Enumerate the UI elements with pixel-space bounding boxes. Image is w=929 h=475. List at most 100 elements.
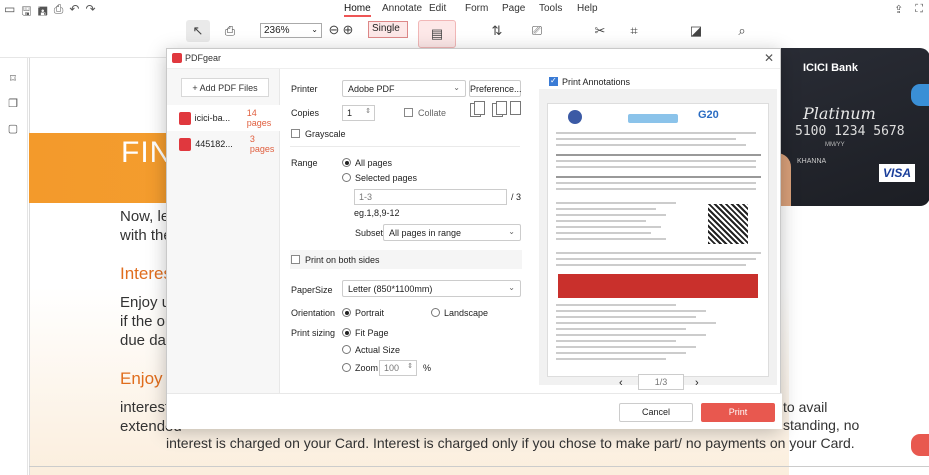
chevron-down-icon: ⌄: [508, 283, 515, 292]
prev-page-icon[interactable]: ‹: [619, 377, 623, 389]
logo-icon: [568, 110, 582, 124]
advisory-banner-image: [558, 274, 758, 298]
copies-value: 1: [347, 108, 353, 118]
menu-page[interactable]: Page: [502, 3, 525, 14]
papersize-select[interactable]: Letter (850*1100mm) ⌄: [342, 280, 521, 297]
both-sides-label: Print on both sides: [305, 255, 380, 265]
page-range-placeholder: 1-3: [359, 192, 373, 202]
zoom-select[interactable]: 236% ⌄: [260, 23, 322, 38]
actual-size-label: Actual Size: [355, 345, 401, 355]
translate-float-icon[interactable]: [911, 84, 929, 106]
slideshow-icon[interactable]: ⎚: [525, 20, 549, 42]
card-bank: ICICI Bank: [803, 62, 859, 74]
file-pages: 3 pages: [249, 134, 275, 154]
menu-home[interactable]: Home: [344, 3, 371, 17]
page-indicator[interactable]: 1/3: [638, 374, 684, 390]
actual-size-radio[interactable]: [342, 345, 351, 354]
orientation-label: Orientation: [291, 308, 336, 318]
sizing-label: Print sizing: [291, 328, 336, 338]
both-sides-checkbox[interactable]: [291, 255, 300, 264]
doc-line: with the: [120, 227, 172, 244]
printer-select[interactable]: Adobe PDF ⌄: [342, 80, 466, 97]
zoom-input[interactable]: 100 ⇕: [379, 360, 417, 376]
dialog-titlebar: PDFgear ✕: [167, 49, 780, 69]
print-annotations-checkbox[interactable]: [549, 76, 558, 86]
menu-help[interactable]: Help: [577, 3, 598, 14]
file-pages: 14 pages: [246, 108, 272, 128]
dialog-title: PDFgear: [185, 53, 222, 63]
zoom-label: Zoom: [355, 363, 379, 373]
copies-label: Copies: [291, 108, 320, 118]
zoom-in-icon[interactable]: ⊕: [336, 22, 360, 38]
preview-page: G20: [547, 103, 769, 377]
range-example: eg.1,8,9-12: [354, 208, 400, 218]
subset-select[interactable]: All pages in range ⌄: [383, 224, 521, 241]
thumbnails-icon[interactable]: ❐: [6, 97, 20, 111]
subset-value: All pages in range: [389, 228, 462, 238]
select-tool-icon[interactable]: ↖: [186, 20, 210, 42]
menu-tools[interactable]: Tools: [539, 3, 562, 14]
bookmark-icon[interactable]: ⌑: [6, 72, 20, 86]
card-number: 5100 1234 5678: [795, 124, 905, 139]
subset-label: Subset: [355, 228, 384, 238]
selected-pages-label: Selected pages: [355, 173, 418, 183]
file-item[interactable]: 445182... 3 pages: [167, 131, 280, 157]
grayscale-checkbox[interactable]: [291, 129, 300, 138]
menu-form[interactable]: Form: [465, 3, 488, 14]
divider: [29, 466, 929, 467]
selected-pages-radio[interactable]: [342, 173, 351, 182]
ocr-icon[interactable]: ⌗: [622, 20, 646, 42]
collate-checkbox[interactable]: [404, 108, 413, 117]
file-item[interactable]: icici-ba... 14 pages: [167, 105, 280, 131]
doc-subheading: Interes: [120, 264, 172, 283]
find-icon[interactable]: ⌕: [730, 20, 754, 42]
comments-icon[interactable]: ▢: [6, 122, 20, 136]
qr-code-image: [708, 204, 748, 244]
credit-card-image: ICICI Bank Platinum 5100 1234 5678 MM/YY…: [755, 48, 929, 206]
zoom-radio[interactable]: [342, 363, 351, 372]
menu-edit[interactable]: Edit: [429, 3, 446, 14]
landscape-label: Landscape: [444, 308, 489, 318]
fit-page-label: Fit Page: [355, 328, 389, 338]
pdfgear-logo-icon: [172, 53, 182, 63]
close-icon[interactable]: ✕: [764, 51, 774, 65]
preferences-button[interactable]: Preference...: [469, 80, 522, 97]
page-indicator-value: 1/3: [654, 377, 668, 387]
spinner-icon[interactable]: ⇕: [407, 362, 413, 370]
file-list-panel: + Add PDF Files icici-ba... 14 pages 445…: [167, 69, 280, 404]
cancel-button[interactable]: Cancel: [619, 403, 693, 422]
continuous-view-button[interactable]: ▤: [418, 20, 456, 48]
next-page-icon[interactable]: ›: [695, 377, 699, 389]
print-button[interactable]: Print: [701, 403, 775, 422]
fullscreen-icon[interactable]: ⛶: [915, 3, 923, 16]
zoom-input-value: 100: [384, 363, 400, 373]
copies-input[interactable]: 1 ⇕: [342, 105, 375, 121]
journey-arrow-icon: [628, 114, 678, 123]
single-label: Single: [372, 23, 400, 34]
auto-scroll-icon[interactable]: ⇅: [485, 20, 509, 42]
chevron-down-icon: ⌄: [453, 83, 460, 92]
share-icon[interactable]: ⇪: [894, 3, 903, 16]
chevron-down-icon: ⌄: [508, 227, 515, 236]
doc-line: standing, no: [783, 417, 860, 433]
page-range-input[interactable]: 1-3: [354, 189, 507, 205]
fit-page-radio[interactable]: [342, 328, 351, 337]
file-name: icici-ba...: [194, 113, 231, 123]
print-tool-icon[interactable]: ⎙: [218, 20, 242, 42]
landscape-radio[interactable]: [431, 308, 440, 317]
single-page-view-button[interactable]: Single: [368, 21, 408, 38]
menu-annotate[interactable]: Annotate: [382, 3, 422, 14]
background-color-icon[interactable]: ◪: [684, 20, 708, 42]
doc-line: to avail: [783, 399, 828, 415]
spinner-icon[interactable]: ⇕: [365, 107, 371, 115]
collate-label: Collate: [418, 108, 447, 118]
grayscale-label: Grayscale: [305, 129, 346, 139]
doc-line: interest is charged on your Card. Intere…: [166, 435, 855, 451]
card-network: VISA: [879, 164, 915, 182]
screenshot-icon[interactable]: ✂: [588, 20, 612, 42]
add-pdf-files-button[interactable]: + Add PDF Files: [181, 78, 269, 97]
assistant-float-icon[interactable]: [911, 434, 929, 456]
portrait-label: Portrait: [355, 308, 385, 318]
all-pages-radio[interactable]: [342, 158, 351, 167]
portrait-radio[interactable]: [342, 308, 351, 317]
